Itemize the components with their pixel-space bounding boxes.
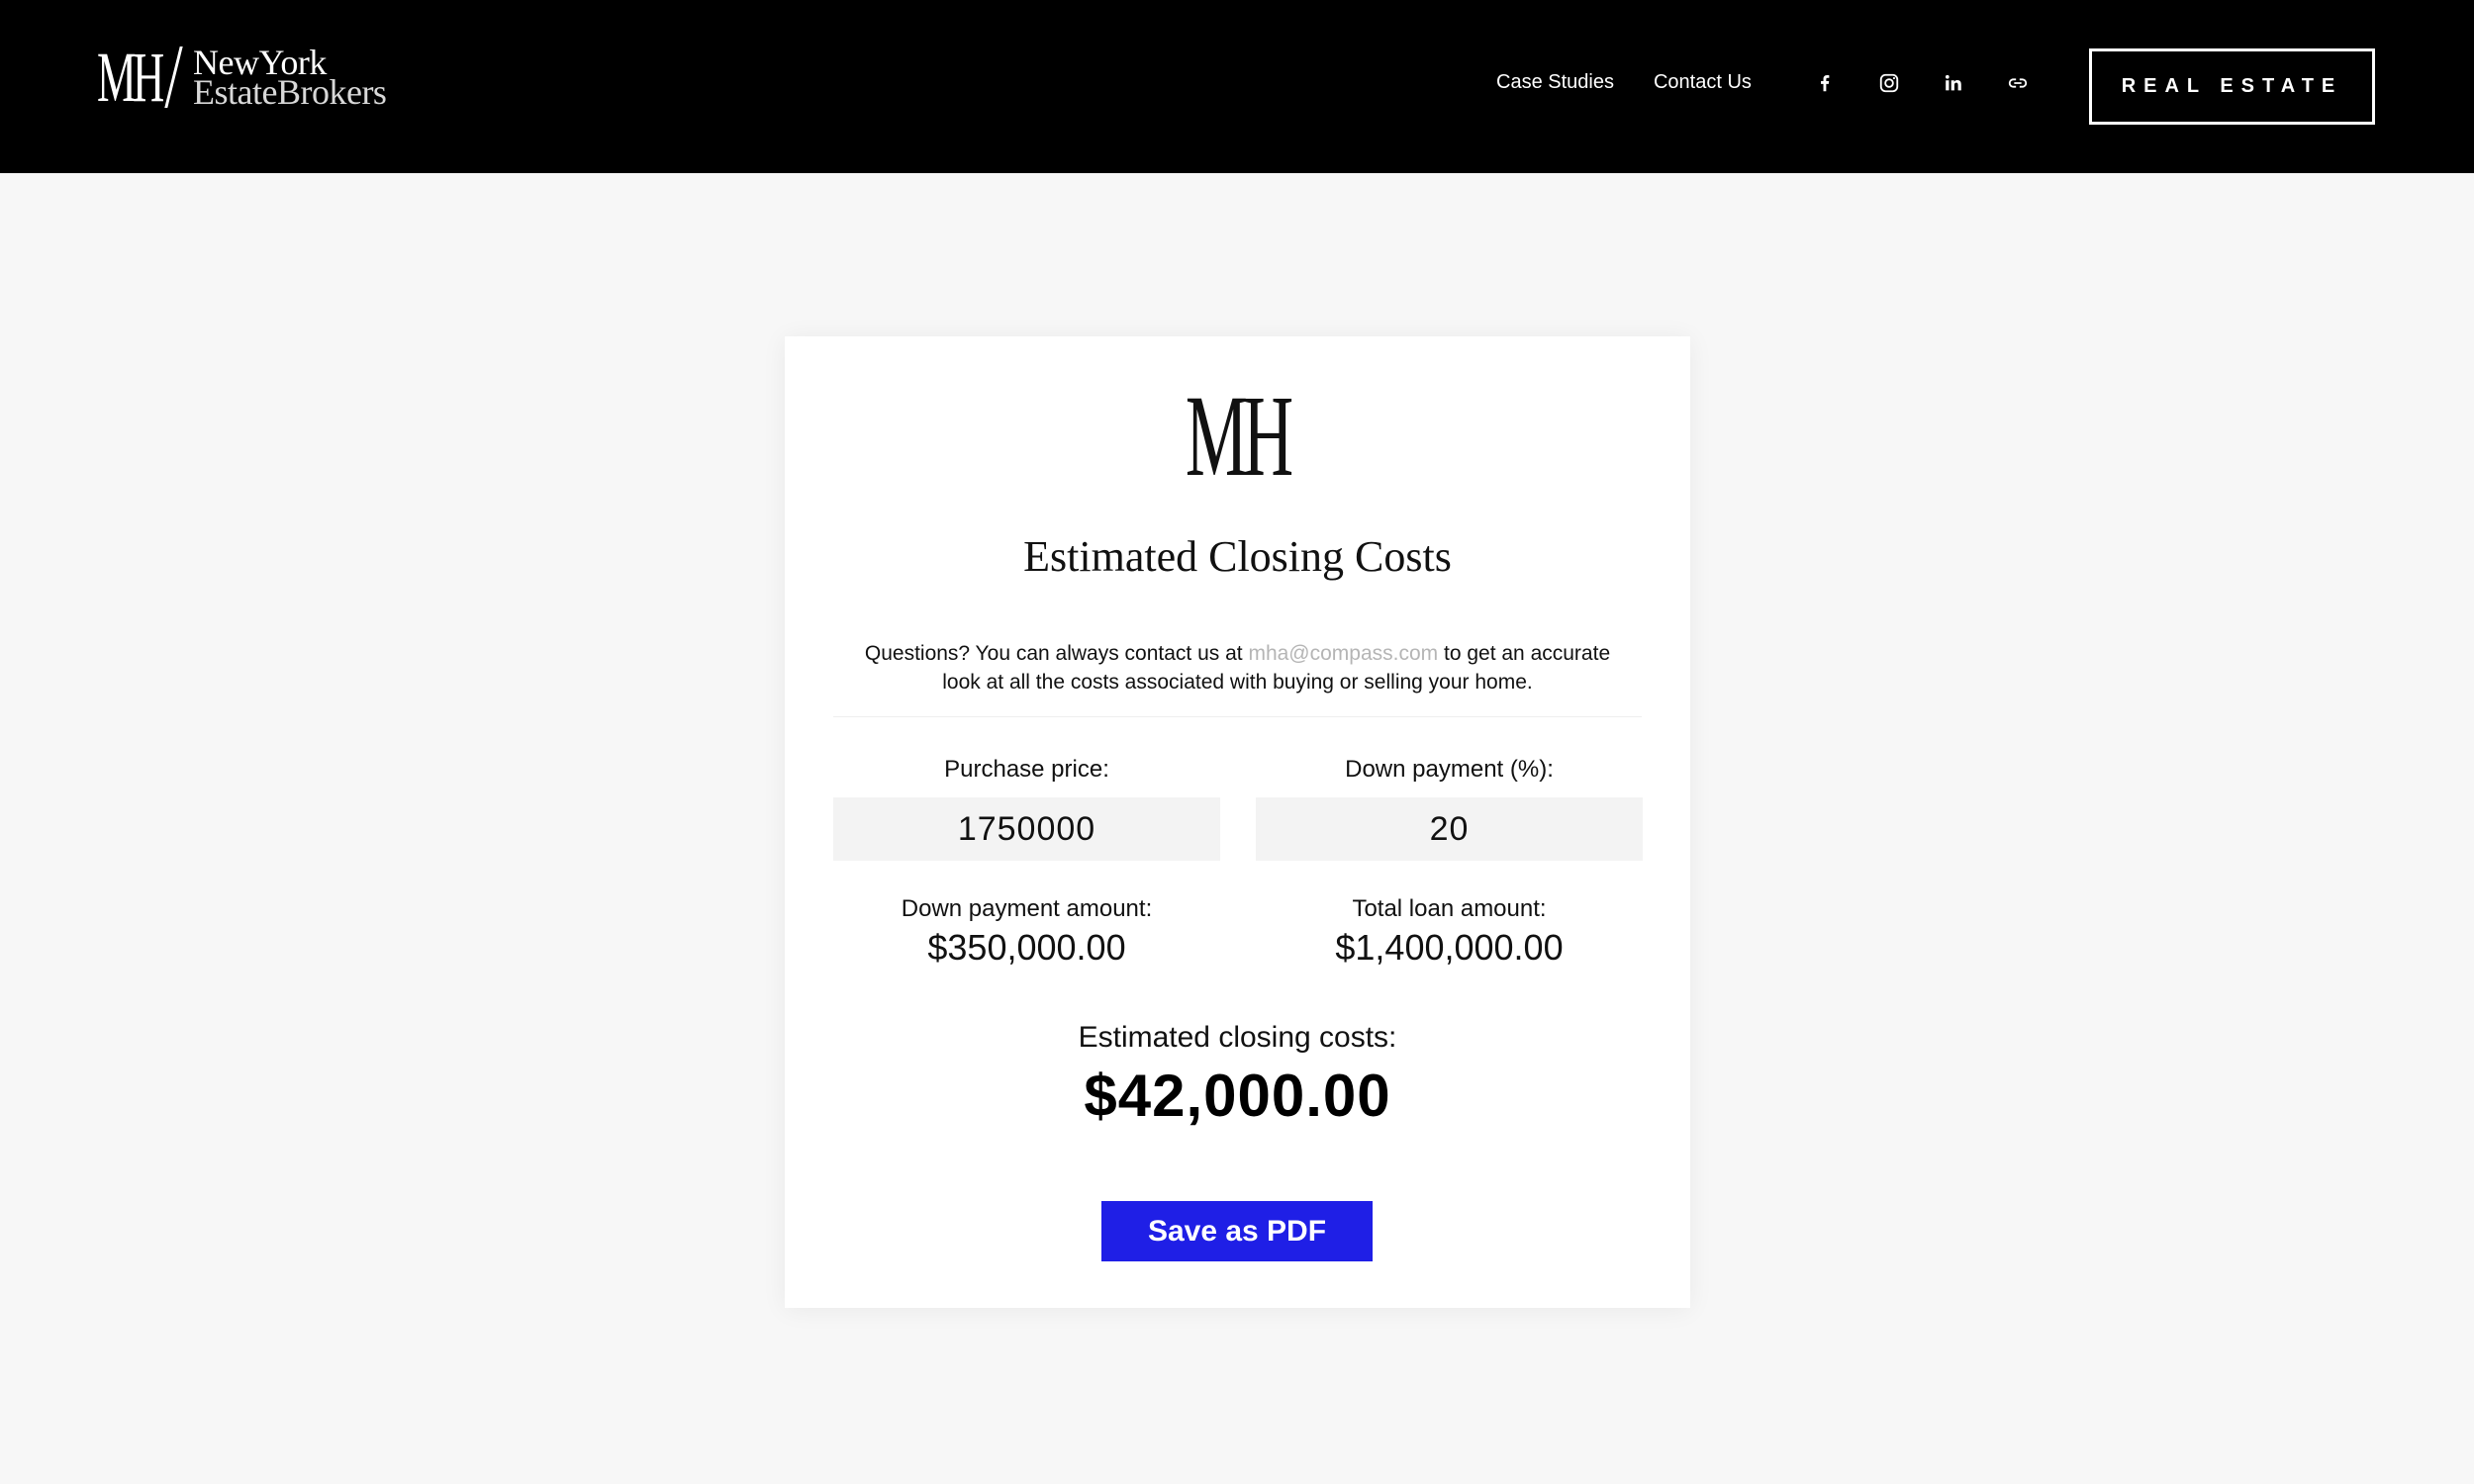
total-loan-group: Total loan amount: $1,400,000.00 xyxy=(1256,895,1643,969)
real-estate-button[interactable]: REAL ESTATE xyxy=(2089,48,2375,125)
purchase-price-group: Purchase price: 1750000 xyxy=(833,756,1220,861)
brand-divider xyxy=(164,46,183,108)
intro-before: Questions? You can always contact us at xyxy=(864,642,1249,665)
nav-case-studies[interactable]: Case Studies xyxy=(1496,71,1614,94)
total-loan-label: Total loan amount: xyxy=(1352,895,1547,922)
brand-monogram: MH xyxy=(97,38,164,117)
divider xyxy=(833,716,1642,717)
link-icon[interactable] xyxy=(2006,71,2030,95)
card-logo-text: MH xyxy=(1186,371,1293,501)
intro-text: Questions? You can always contact us at … xyxy=(844,639,1631,696)
total-loan-value: $1,400,000.00 xyxy=(1335,927,1564,968)
page-title: Estimated Closing Costs xyxy=(1023,532,1452,581)
main-nav: Case Studies Contact Us xyxy=(1496,71,1752,94)
linkedin-icon[interactable] xyxy=(1942,71,1965,95)
facebook-icon[interactable] xyxy=(1813,71,1837,95)
brand-logo[interactable]: MH NewYork EstateBrokers xyxy=(97,42,387,113)
card-logo: MH xyxy=(785,378,1690,495)
down-payment-amount-value: $350,000.00 xyxy=(927,927,1126,968)
site-header: MH NewYork EstateBrokers Case Studies Co… xyxy=(0,0,2474,173)
down-payment-amount-label: Down payment amount: xyxy=(901,895,1153,922)
closing-costs-value: $42,000.00 xyxy=(1084,1063,1391,1129)
brand-name: NewYork EstateBrokers xyxy=(193,45,387,112)
purchase-price-label: Purchase price: xyxy=(944,756,1109,783)
brand-name-line2: EstateBrokers xyxy=(193,72,387,112)
down-payment-percent-input[interactable]: 20 xyxy=(1256,797,1643,861)
down-payment-amount-group: Down payment amount: $350,000.00 xyxy=(833,895,1220,969)
closing-cost-calculator: MH Estimated Closing Costs Questions? Yo… xyxy=(785,336,1690,1308)
contact-email-link[interactable]: mha@compass.com xyxy=(1248,642,1438,665)
instagram-icon[interactable] xyxy=(1877,71,1901,95)
down-payment-percent-label: Down payment (%): xyxy=(1345,756,1554,783)
save-as-pdf-button[interactable]: Save as PDF xyxy=(1101,1201,1373,1261)
closing-costs-label: Estimated closing costs: xyxy=(1078,1021,1397,1054)
purchase-price-input[interactable]: 1750000 xyxy=(833,797,1220,861)
social-links xyxy=(1813,71,2030,95)
nav-contact-us[interactable]: Contact Us xyxy=(1654,71,1752,94)
down-payment-percent-group: Down payment (%): 20 xyxy=(1256,756,1643,861)
